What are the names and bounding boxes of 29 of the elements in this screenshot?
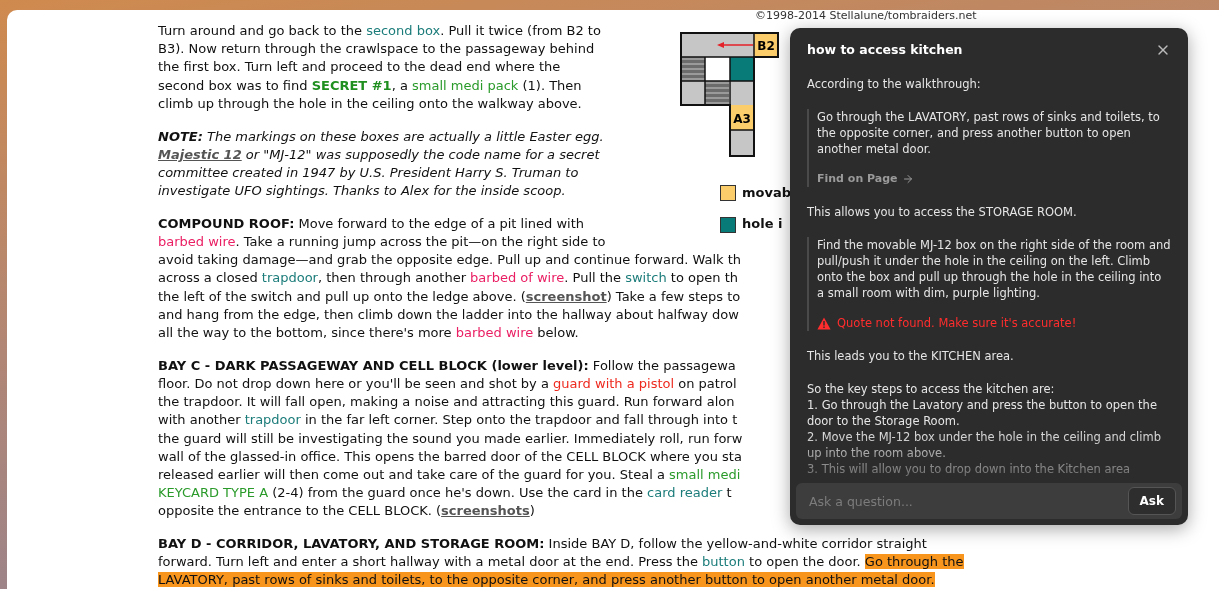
copyright-text: ©1998-2014 Stellalune/tombraiders.net: [755, 10, 977, 22]
step-text: 1. Go through the Lavatory and press the button to open the door to the Storage Room.: [807, 397, 1158, 429]
legend-label: movab: [742, 184, 792, 203]
walkthrough-paragraph: BAY D - CORRIDOR, LAVATORY, AND STORAGE ROOM: Inside BAY D, follow the yellow-and-white corridor straight forward. Turn left and enter a short hallway with a metal door at the end. Press the button to open the door. Go through the LAVATORY, past rows of sinks and toilets, to the opposite corner, and press another button to open another metal door.: [158, 535, 964, 589]
warning-icon: [817, 316, 831, 330]
walkthrough-paragraph: Turn around and go back to the second box. Pull it twice (from B2 to B3). Now return through the crawlspace to the passageway behind the first box. Turn left and proceed to the dead end where the second box was to find SECRET #1, a small medi pack (1). Then climb up through the hole in the ceiling onto the walkway above.: [158, 22, 601, 113]
answer-text: This leads you to the KITCHEN area.: [807, 348, 1015, 364]
question-field[interactable]: Ask a question... Ask: [796, 483, 1182, 519]
legend-label: hole i: [742, 215, 783, 234]
step-text: 3. This will allow you to drop down into the Kitchen area: [807, 461, 1132, 477]
find-on-page-link[interactable]: Find on Page: [817, 171, 914, 187]
ask-button[interactable]: Ask: [1127, 487, 1176, 515]
screenshot-link[interactable]: Majestic 12: [158, 146, 242, 162]
arrow-right-icon: [901, 173, 914, 185]
walkthrough-paragraph: BAY C - DARK PASSAGEWAY AND CELL BLOCK (lower level): Follow the passagewa floor. Do not drop down here or you'll be seen and shot by a guard with a pistol on patrol the trapdoor. It will fall open, making a noise and attracting this guard. Run forward alon with another trapdoor in the far left corner. Step onto the trapdoor and fall through into t the guard will still be investigating the sound you made earlier. Immediately roll, run forw wall of the glassed-in office. This opens the barred door of the CELL BLOCK where you sta released earlier will then come out and take care of the guard for you. Steal a small medi KEYCARD TYPE A (2-4) from the guard once he's down. Use the card in the card reader t opposite the entrance to the CELL BLOCK. (screenshots): [158, 356, 743, 521]
screenshot-link[interactable]: screenshot: [525, 288, 607, 304]
map-label: B2: [757, 39, 775, 53]
walkthrough-paragraph: COMPOUND ROOF: Move forward to the edge of a pit lined with barbed wire. Take a running jump across the pit—on the right side to avoid taking damage—and grab the opposite edge. Pull up and continue forward. Walk th across a closed trapdoor, then through another barbed of wire. Pull the switch to open th the left of the switch and pull up onto the ledge above. (screenshot) Take a few steps to and hang from the edge, then climb down the ladder into the hallway about halfway dow all the way to the bottom, since there's more barbed wire below.: [158, 214, 742, 343]
warning-text: Quote not found. Make sure it's accurate!: [837, 315, 1077, 331]
quote-text: Go through the LAVATORY, past rows of sinks and toilets, to the opposite corner, and press another button to open another metal door.: [817, 109, 1161, 157]
answer-text: According to the walkthrough:: [807, 76, 982, 92]
answer-text: This allows you to access the STORAGE ROOM.: [807, 204, 1078, 220]
map-label: A3: [733, 112, 751, 126]
quote-text: Find the movable MJ-12 box on the right side of the room and pull/push it under the hole in the ceiling on the left. Climb onto the box and pull up through the hole in the ceiling into a small room with dim, purple lighting.: [817, 237, 1171, 301]
screenshot-link[interactable]: screenshots: [441, 503, 530, 519]
step-text: 2. Move the MJ-12 box under the hole in the ceiling and climb up into the room above.: [807, 429, 1162, 461]
answer-text: So the key steps to access the kitchen are:: [807, 381, 1056, 397]
note-paragraph: NOTE: The markings on these boxes are actually a little Easter egg. Majestic 12 or "MJ-12" was supposedly the code name for a secret committee created in 1947 by U.S. President Harry S. Truman to investigate UFO sightings. Thanks to Alex for the inside scoop.: [158, 127, 604, 201]
panel-title: how to access kitchen: [807, 42, 963, 58]
